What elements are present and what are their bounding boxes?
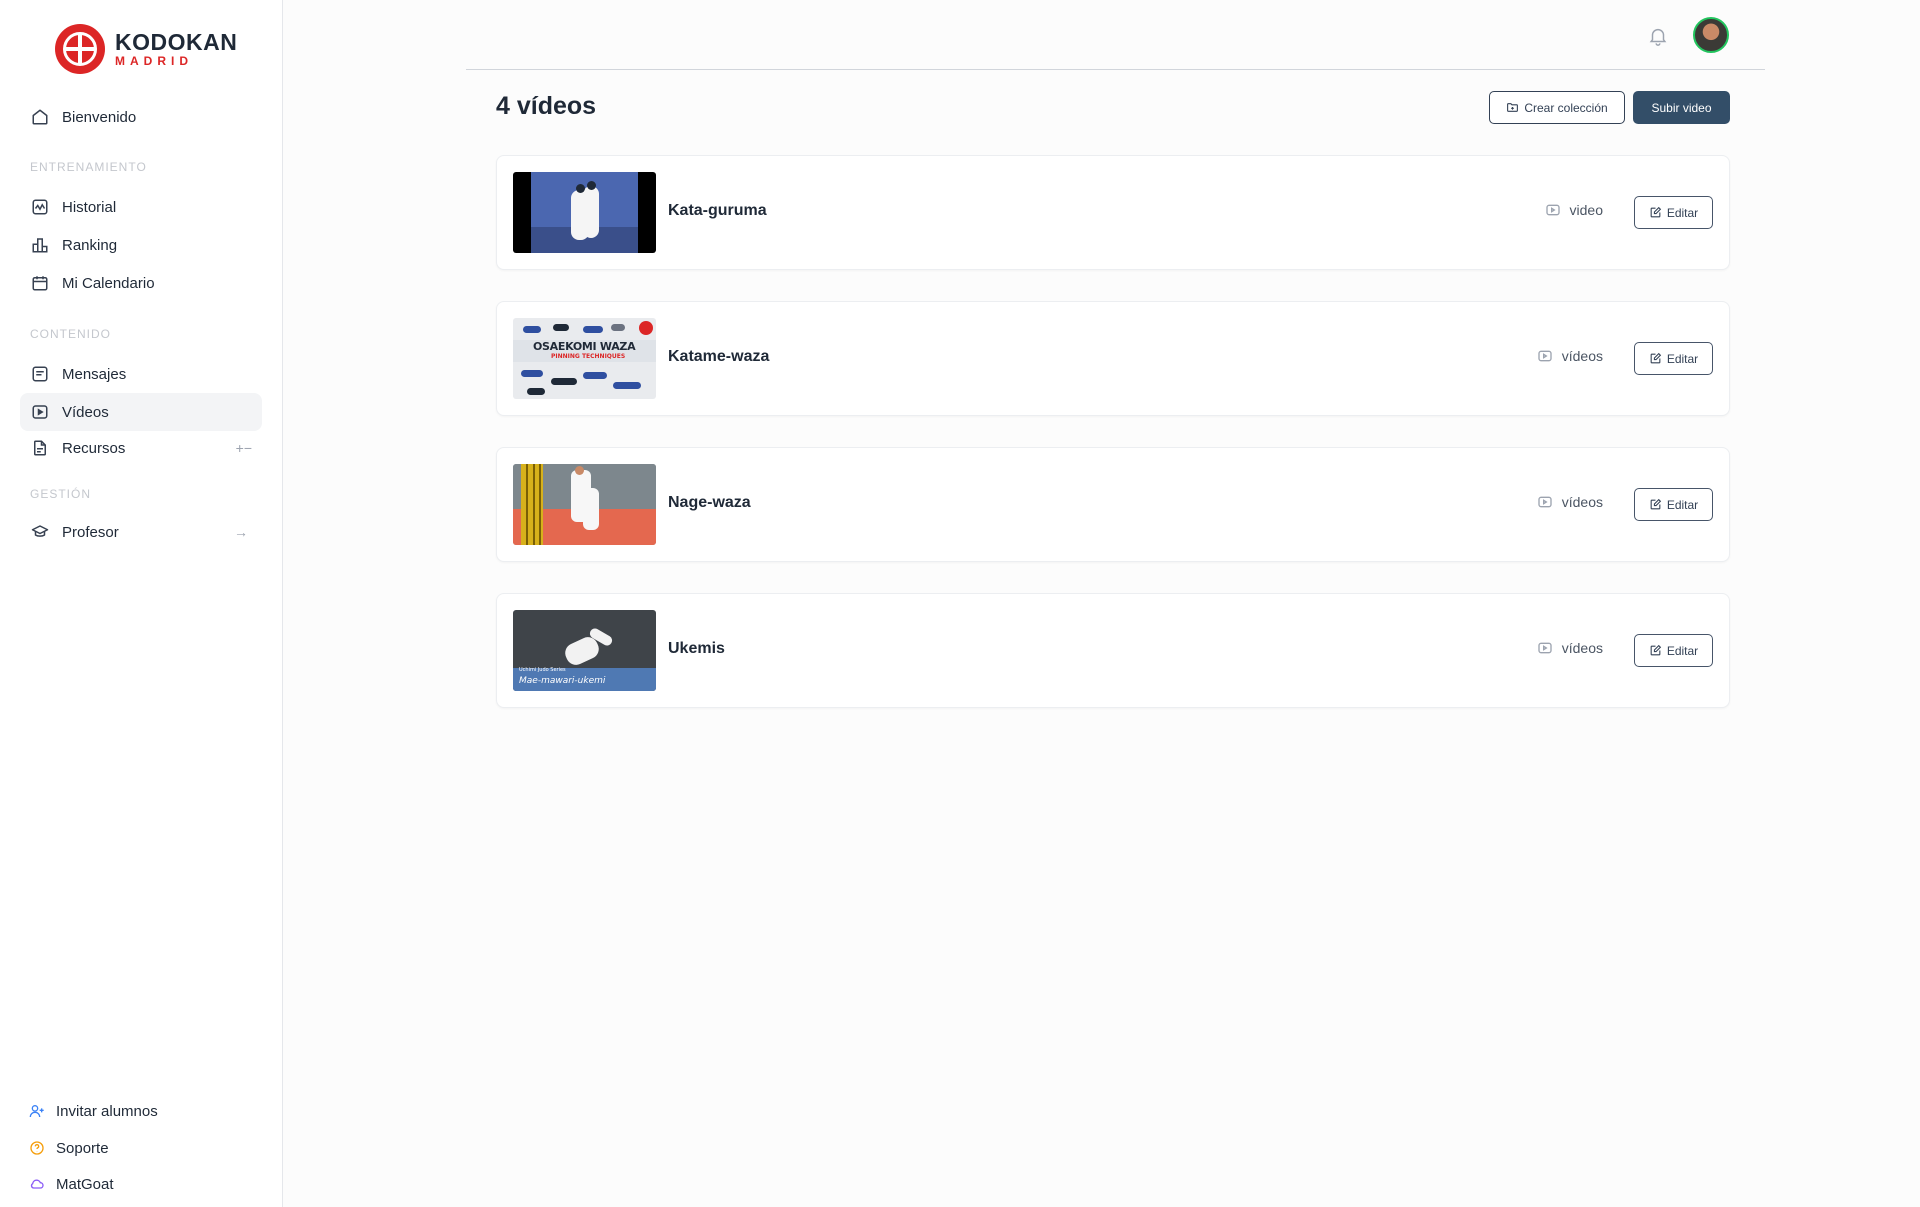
kodokan-emblem-icon xyxy=(55,24,105,74)
support-label: Soporte xyxy=(56,1139,109,1157)
user-avatar[interactable] xyxy=(1693,17,1729,53)
video-icon xyxy=(1538,496,1552,508)
collection-thumbnail[interactable] xyxy=(513,464,656,545)
edit-label: Editar xyxy=(1666,351,1699,366)
file-icon xyxy=(30,438,50,458)
home-icon xyxy=(30,107,50,127)
activity-icon xyxy=(30,197,50,217)
collection-title[interactable]: Ukemis xyxy=(668,640,725,658)
video-count: vídeos xyxy=(1537,494,1603,510)
edit-button[interactable]: Editar xyxy=(1634,196,1713,229)
sidebar-item-welcome[interactable]: Bienvenido xyxy=(20,98,262,136)
expand-collapse-icon[interactable]: +− xyxy=(236,440,252,456)
brand-logo[interactable]: KODOKAN MADRID xyxy=(55,24,237,74)
video-count: video xyxy=(1545,202,1603,218)
edit-button[interactable]: Editar xyxy=(1634,488,1713,521)
collection-title[interactable]: Nage-waza xyxy=(668,494,751,512)
sidebar-item-ranking[interactable]: Ranking xyxy=(20,226,262,264)
collection-card[interactable]: OSAEKOMI WAZA PINNING TECHNIQUES Katame-… xyxy=(496,301,1730,416)
sidebar-item-label: Mi Calendario xyxy=(62,274,155,292)
sidebar-item-messages[interactable]: Mensajes xyxy=(20,355,262,393)
video-icon xyxy=(30,402,50,422)
video-count-label: vídeos xyxy=(1561,494,1603,510)
video-icon xyxy=(1545,204,1560,216)
create-collection-label: Crear colección xyxy=(1524,100,1608,115)
video-icon xyxy=(1538,642,1552,654)
upload-video-label: Subir video xyxy=(1651,100,1712,115)
collection-thumbnail[interactable] xyxy=(513,172,656,253)
sidebar-item-label: Ranking xyxy=(62,236,118,254)
sidebar-item-label: Mensajes xyxy=(62,365,127,383)
edit-icon xyxy=(1650,206,1661,218)
thumbnail-title: OSAEKOMI WAZA xyxy=(533,340,636,353)
edit-button[interactable]: Editar xyxy=(1634,634,1713,667)
sidebar-item-label: Profesor xyxy=(62,523,119,541)
section-label-training: ENTRENAMIENTO xyxy=(30,160,147,174)
page-title: 4 vídeos xyxy=(496,92,597,120)
upload-video-button[interactable]: Subir video xyxy=(1633,91,1730,124)
user-plus-icon xyxy=(28,1102,46,1120)
section-label-management: GESTIÓN xyxy=(30,487,92,501)
sidebar-item-historial[interactable]: Historial xyxy=(20,188,262,226)
edit-icon xyxy=(1650,352,1661,364)
edit-icon xyxy=(1650,644,1661,656)
collection-title[interactable]: Katame-waza xyxy=(668,348,769,366)
invite-students-link[interactable]: Invitar alumnos xyxy=(28,1102,158,1120)
help-circle-icon xyxy=(28,1139,46,1157)
sidebar-item-label: Recursos xyxy=(62,439,126,457)
ranking-icon xyxy=(30,235,50,255)
collection-thumbnail[interactable]: OSAEKOMI WAZA PINNING TECHNIQUES xyxy=(513,318,656,399)
thumbnail-subtitle: PINNING TECHNIQUES xyxy=(551,353,626,360)
brand-name: KODOKAN xyxy=(115,29,238,55)
brand-subtitle: MADRID xyxy=(115,54,193,68)
matgoat-label: MatGoat xyxy=(56,1175,114,1193)
edit-icon xyxy=(1650,498,1661,510)
sidebar-item-calendar[interactable]: Mi Calendario xyxy=(20,264,262,302)
invite-students-label: Invitar alumnos xyxy=(56,1102,158,1120)
arrow-right-icon[interactable]: → xyxy=(234,524,248,540)
notifications-bell-icon[interactable] xyxy=(1647,25,1669,47)
collection-card[interactable]: Uchimi Judo Series Mae-mawari-ukemi Ukem… xyxy=(496,593,1730,708)
support-link[interactable]: Soporte xyxy=(28,1139,109,1157)
collection-thumbnail[interactable]: Uchimi Judo Series Mae-mawari-ukemi xyxy=(513,610,656,691)
header-divider xyxy=(466,69,1765,70)
sidebar: KODOKAN MADRID Bienvenido ENTRENAMIENTO … xyxy=(0,0,283,1207)
collection-card[interactable]: Nage-waza vídeos Editar xyxy=(496,447,1730,562)
edit-label: Editar xyxy=(1666,205,1699,220)
section-label-content: CONTENIDO xyxy=(30,327,111,341)
collection-title[interactable]: Kata-guruma xyxy=(668,202,767,220)
video-count: vídeos xyxy=(1537,640,1603,656)
sidebar-item-label: Historial xyxy=(62,198,117,216)
sidebar-item-label: Vídeos xyxy=(62,403,109,421)
video-count-label: vídeos xyxy=(1561,640,1603,656)
cloud-icon xyxy=(28,1175,46,1193)
video-count: vídeos xyxy=(1537,348,1603,364)
calendar-icon xyxy=(30,273,50,293)
sidebar-item-label: Bienvenido xyxy=(62,108,137,126)
folder-plus-icon xyxy=(1507,103,1519,112)
thumbnail-caption: Mae-mawari-ukemi xyxy=(519,676,606,686)
edit-label: Editar xyxy=(1666,497,1699,512)
thumbnail-caption-small: Uchimi Judo Series xyxy=(519,667,566,673)
graduation-cap-icon xyxy=(30,522,50,542)
sidebar-item-videos[interactable]: Vídeos xyxy=(20,393,262,431)
edit-button[interactable]: Editar xyxy=(1634,342,1713,375)
sidebar-item-profesor[interactable]: Profesor → xyxy=(20,513,262,551)
sidebar-item-resources[interactable]: Recursos +− xyxy=(20,429,262,467)
video-count-label: video xyxy=(1569,202,1603,218)
edit-label: Editar xyxy=(1666,643,1699,658)
collection-card[interactable]: Kata-guruma video Editar xyxy=(496,155,1730,270)
create-collection-button[interactable]: Crear colección xyxy=(1489,91,1625,124)
video-count-label: vídeos xyxy=(1561,348,1603,364)
message-icon xyxy=(30,364,50,384)
video-icon xyxy=(1538,350,1552,362)
matgoat-link[interactable]: MatGoat xyxy=(28,1175,114,1193)
